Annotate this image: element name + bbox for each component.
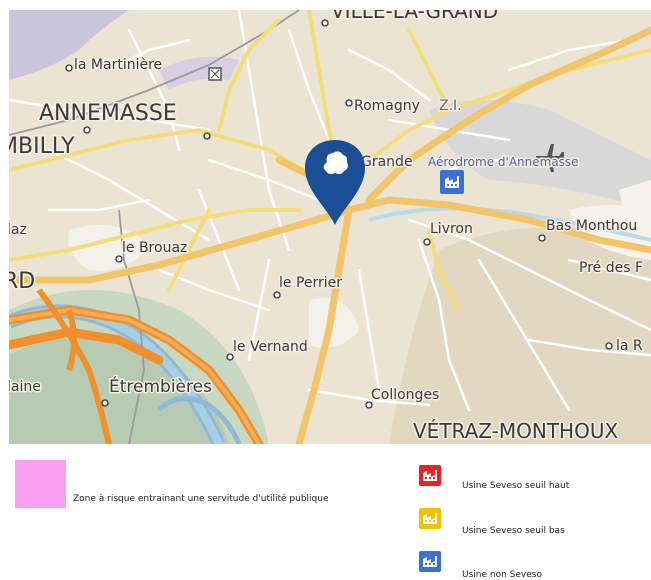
legend-item-label: Usine non Seveso xyxy=(462,570,542,580)
place-label: le Vernand xyxy=(233,339,308,355)
place-label: Romagny xyxy=(354,98,420,114)
place-label: le Perrier xyxy=(279,275,342,291)
factory-icon xyxy=(419,551,441,572)
place-label: Collonges xyxy=(371,387,439,403)
station-icon xyxy=(208,67,222,81)
place-label: Bas Monthou xyxy=(546,218,637,234)
legend-item-label: Usine Seveso seuil bas xyxy=(462,526,565,536)
place-label: laz xyxy=(9,222,27,238)
factory-icon xyxy=(419,465,441,486)
place-label: Aérodrome d'Annemasse xyxy=(428,155,579,169)
place-label: ANNEMASSE xyxy=(39,101,177,126)
place-label: RD xyxy=(9,269,35,294)
zone-swatch xyxy=(15,460,66,508)
zone-label: Zone à risque entrainant une servitude d… xyxy=(73,494,329,504)
place-label: laine xyxy=(9,379,41,395)
place-label: Livron xyxy=(430,221,473,237)
place-label: Z.I. xyxy=(439,98,462,114)
factory-icon xyxy=(419,508,441,529)
place-label: Pré des F xyxy=(579,260,643,276)
place-label: Étrembières xyxy=(109,375,212,397)
place-label: VÉTRAZ-MONTHOUX xyxy=(413,419,618,443)
place-label: la Martinière xyxy=(74,57,162,73)
legend-item-label: Usine Seveso seuil haut xyxy=(462,481,570,491)
legend: Zone à risque entrainant une servitude d… xyxy=(0,444,651,580)
place-label: MBILLY xyxy=(9,134,75,159)
factory-icon[interactable] xyxy=(440,170,464,194)
place-label: VILLE-LA-GRAND xyxy=(331,10,498,23)
place-label: Grande xyxy=(361,154,413,170)
map-view[interactable]: la Martinière ANNEMASSE MBILLY Romagny Z… xyxy=(9,10,651,444)
place-label: la R xyxy=(616,338,643,354)
place-label: le Brouaz xyxy=(122,240,187,256)
